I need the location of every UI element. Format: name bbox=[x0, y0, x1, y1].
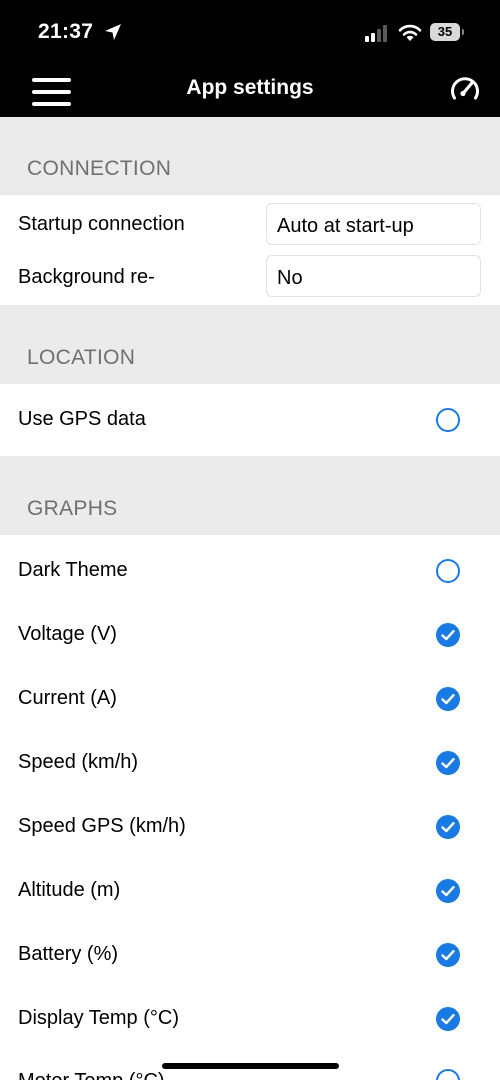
graph-item-current[interactable]: Current (A) bbox=[0, 666, 500, 730]
graph-item-speed-gps[interactable]: Speed GPS (km/h) bbox=[0, 794, 500, 858]
background-reconnect-value: No bbox=[277, 267, 303, 289]
graph-item-label: Display Temp (°C) bbox=[18, 1007, 179, 1029]
status-bar: 21:37 35 bbox=[0, 0, 500, 62]
use-gps-label: Use GPS data bbox=[18, 408, 146, 430]
status-time: 21:37 bbox=[38, 20, 94, 43]
battery-tip bbox=[462, 29, 464, 35]
speed-checkmark-icon[interactable] bbox=[436, 751, 460, 775]
graph-item-display-temp[interactable]: Display Temp (°C) bbox=[0, 986, 500, 1050]
speedometer-icon[interactable] bbox=[448, 73, 482, 107]
startup-connection-row: Startup connection Auto at start-up bbox=[0, 195, 500, 250]
graph-item-altitude[interactable]: Altitude (m) bbox=[0, 858, 500, 922]
section-header-location: LOCATION bbox=[0, 305, 500, 384]
section-header-graphs: GRAPHS bbox=[0, 456, 500, 535]
background-reconnect-label: Background re- bbox=[18, 266, 155, 288]
location-arrow-icon bbox=[105, 24, 121, 40]
graph-item-label: Battery (%) bbox=[18, 943, 119, 965]
graph-item-label: Current (A) bbox=[18, 687, 117, 709]
use-gps-toggle[interactable] bbox=[436, 408, 460, 432]
section-header-connection: CONNECTION bbox=[0, 117, 500, 195]
current-checkmark-icon[interactable] bbox=[436, 687, 460, 711]
graph-item-label: Dark Theme bbox=[18, 559, 128, 581]
background-reconnect-select[interactable]: No bbox=[266, 255, 481, 297]
graph-item-label: Motor Temp (°C) bbox=[18, 1070, 165, 1080]
battery-checkmark-icon[interactable] bbox=[436, 943, 460, 967]
section-title-connection: CONNECTION bbox=[27, 157, 172, 180]
altitude-checkmark-icon[interactable] bbox=[436, 879, 460, 903]
graph-item-speed[interactable]: Speed (km/h) bbox=[0, 730, 500, 794]
home-indicator[interactable] bbox=[162, 1063, 339, 1069]
section-title-location: LOCATION bbox=[27, 346, 136, 369]
graph-item-voltage[interactable]: Voltage (V) bbox=[0, 602, 500, 666]
graph-item-label: Altitude (m) bbox=[18, 879, 121, 901]
speed-gps-checkmark-icon[interactable] bbox=[436, 815, 460, 839]
use-gps-row[interactable]: Use GPS data bbox=[0, 384, 500, 456]
display-temp-checkmark-icon[interactable] bbox=[436, 1007, 460, 1031]
battery-icon: 35 bbox=[430, 23, 460, 41]
startup-connection-label: Startup connection bbox=[18, 213, 185, 235]
graph-item-battery[interactable]: Battery (%) bbox=[0, 922, 500, 986]
page-title: App settings bbox=[186, 76, 314, 99]
section-title-graphs: GRAPHS bbox=[27, 497, 118, 520]
startup-connection-value: Auto at start-up bbox=[277, 215, 414, 237]
graph-item-label: Voltage (V) bbox=[18, 623, 117, 645]
motor-temp-toggle[interactable] bbox=[436, 1069, 460, 1080]
battery-level: 35 bbox=[437, 24, 453, 39]
graph-item-label: Speed GPS (km/h) bbox=[18, 815, 186, 837]
graph-item-label: Speed (km/h) bbox=[18, 751, 139, 773]
wifi-icon bbox=[398, 24, 422, 41]
background-reconnect-row: Background re- No bbox=[0, 250, 500, 305]
dark-theme-toggle[interactable] bbox=[436, 559, 460, 583]
cellular-signal-icon bbox=[365, 24, 391, 42]
graph-item-dark-theme[interactable]: Dark Theme bbox=[0, 538, 500, 602]
voltage-checkmark-icon[interactable] bbox=[436, 623, 460, 647]
navigation-bar: App settings bbox=[0, 62, 500, 117]
startup-connection-select[interactable]: Auto at start-up bbox=[266, 203, 481, 245]
